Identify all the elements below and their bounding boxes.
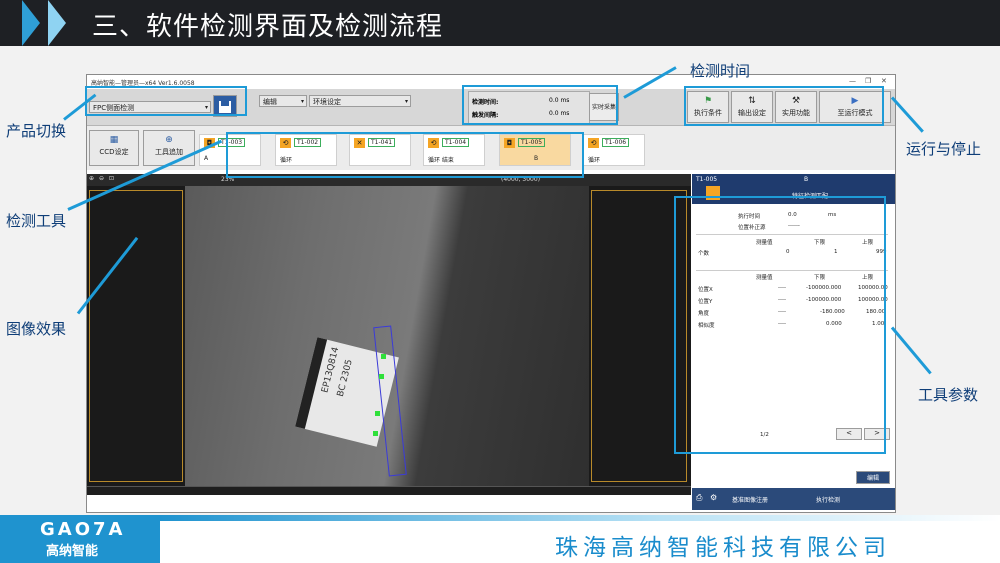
ccd-setting-button[interactable]: ▦ CCD设定: [89, 130, 139, 166]
zoom-out-icon[interactable]: ⊖: [99, 175, 104, 182]
restore-icon[interactable]: ❐: [865, 77, 871, 85]
image-view[interactable]: EP13Q814 BC 2305: [87, 186, 691, 486]
edit-menu[interactable]: 编辑: [259, 95, 307, 108]
tool-params-highlight: [674, 196, 886, 454]
env-setting-menu[interactable]: 环境设定: [309, 95, 411, 108]
image-frame-left: [89, 190, 183, 482]
company-name: 珠海高纳智能科技有限公司: [555, 535, 891, 561]
camera-icon: ▦: [109, 135, 119, 145]
detect-time-highlight: [462, 85, 618, 125]
callout-image-effect: 图像效果: [6, 320, 67, 338]
match-marker: [373, 431, 378, 436]
zoom-in-icon[interactable]: ⊕: [89, 175, 94, 182]
add-icon: ⊕: [165, 135, 173, 145]
company-logo: GAO7A: [40, 519, 126, 540]
panel-footer: ⎙ ⚙ 基准图像注册 执行检测: [692, 488, 895, 510]
callout-run-stop: 运行与停止: [906, 140, 982, 158]
tool-card[interactable]: ⟲ T1-006 循环: [583, 134, 645, 166]
settings-icon[interactable]: ⚙: [710, 493, 717, 502]
inspection-image: EP13Q814 BC 2305: [185, 186, 589, 486]
callout-product-switch: 产品切换: [6, 122, 67, 140]
panel-edit-button[interactable]: 编辑: [856, 471, 890, 484]
product-switch-highlight: [85, 86, 247, 116]
callout-tool-params: 工具参数: [918, 386, 979, 404]
base-register-button[interactable]: 基准图像注册: [732, 495, 768, 504]
print-icon[interactable]: ⎙: [696, 493, 702, 503]
callout-detect-tool: 检测工具: [6, 212, 67, 230]
loop-icon: ⟲: [588, 138, 599, 148]
fit-icon[interactable]: ⊡: [109, 175, 114, 182]
image-scrollbar[interactable]: [87, 486, 691, 495]
chip-text: BC 2305: [335, 358, 355, 398]
image-frame-right: [591, 190, 687, 482]
detect-tool-highlight: [226, 132, 584, 178]
header-chevron-icon: [48, 0, 66, 46]
header-chevron-icon: [22, 0, 40, 46]
run-stop-highlight: [684, 86, 884, 126]
tool-add-button[interactable]: ⊕ 工具追加: [143, 130, 195, 166]
match-marker: [379, 374, 384, 379]
match-marker: [375, 411, 380, 416]
match-marker: [381, 354, 386, 359]
close-icon[interactable]: ✕: [881, 77, 887, 85]
slide-title: 三、软件检测界面及检测流程: [92, 12, 444, 42]
footer-accent: [160, 515, 1000, 521]
exec-detect-button[interactable]: 执行检测: [816, 495, 840, 504]
callout-detect-time: 检测时间: [690, 62, 751, 80]
company-logo-sub: 高纳智能: [46, 544, 99, 559]
minimize-icon[interactable]: —: [849, 77, 856, 85]
